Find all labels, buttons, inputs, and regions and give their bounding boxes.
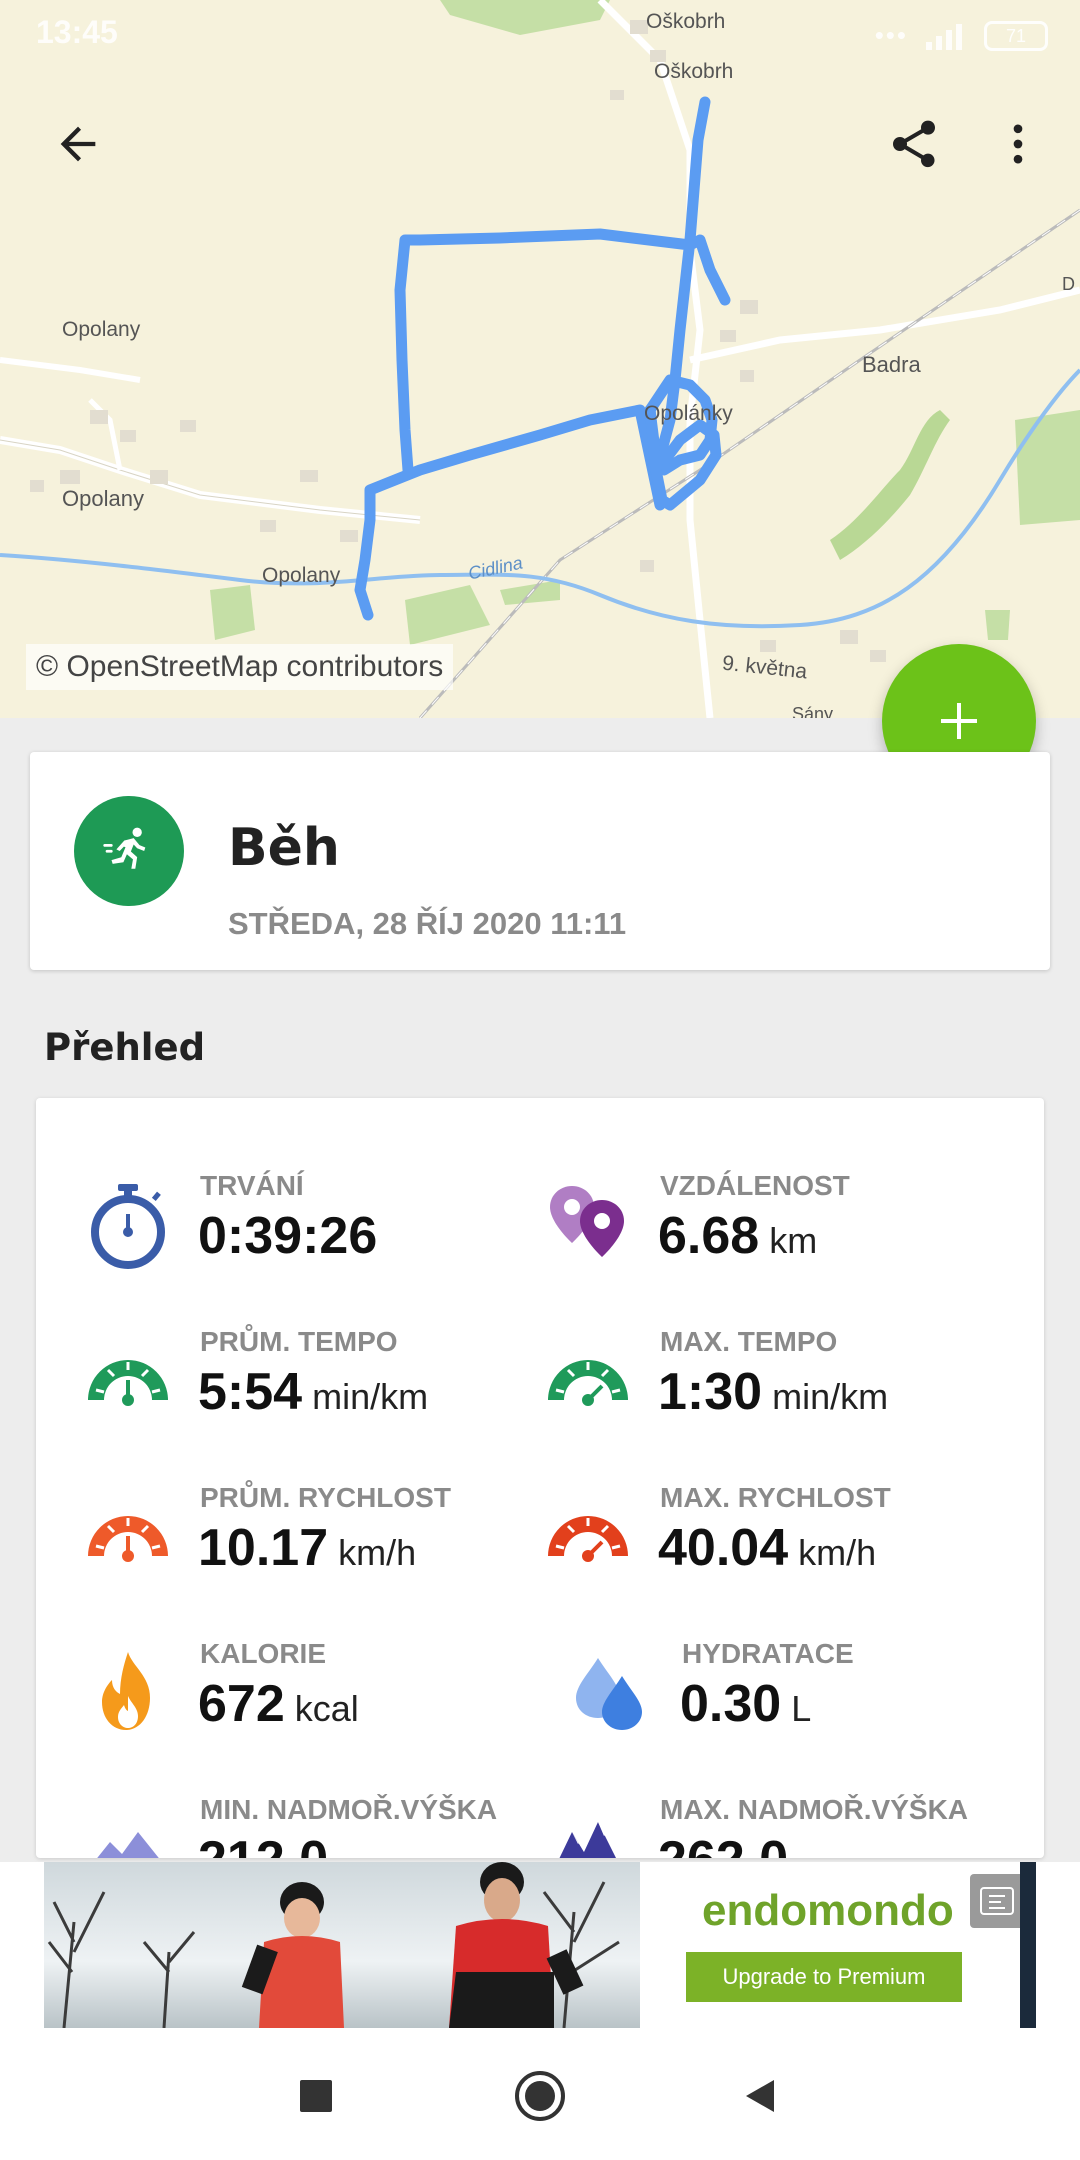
max-pace-gauge-icon (548, 1360, 628, 1406)
stat-label: MAX. RYCHLOST (660, 1482, 891, 1513)
stat-unit: km (769, 1220, 818, 1261)
back-button[interactable] (42, 108, 114, 180)
ad-banner[interactable]: endomondo Upgrade to Premium (0, 1862, 1080, 2028)
stat-distance: VZDÁLENOST 6.68 km (542, 1170, 1022, 1280)
stat-value: 40.04 (658, 1519, 789, 1577)
stat-label: PRŮM. TEMPO (200, 1326, 398, 1357)
stat-unit: L (791, 1688, 812, 1729)
activity-card: Běh STŘEDA, 28 ŘÍJ 2020 11:11 (30, 752, 1050, 970)
signal-icon (926, 23, 962, 50)
ad-edge (1020, 1862, 1036, 2028)
stat-duration: TRVÁNÍ 0:39:26 (82, 1170, 522, 1280)
stat-label: MAX. NADMOŘ.VÝŠKA (660, 1794, 969, 1825)
stat-value: 262.0 (658, 1831, 788, 1858)
stat-unit: km/h (798, 1532, 877, 1573)
stat-value: 10.17 (198, 1519, 329, 1577)
stat-max-altitude: MAX. NADMOŘ.VÝŠKA 262.0 (542, 1794, 1022, 1858)
status-bar: 13:45 ••• 71 (0, 0, 1080, 66)
stats-card: TRVÁNÍ 0:39:26 VZDÁLENOST 6.68 km PRŮM. T… (36, 1098, 1044, 1858)
overview-title: Přehled (44, 1026, 206, 1069)
stat-min-altitude: MIN. NADMOŘ.VÝŠKA 212.0 (82, 1794, 522, 1858)
dots-icon: ••• (874, 20, 908, 50)
avg-speed-gauge-icon (88, 1516, 168, 1562)
stat-value: 6.68 (658, 1207, 760, 1265)
ad-photo (44, 1862, 640, 2028)
distance-pins-icon (550, 1186, 624, 1257)
map-label-opolany-1: Opolany (62, 318, 141, 341)
running-icon (103, 827, 146, 869)
more-vert-icon (1013, 124, 1023, 164)
ad-brand-logo: endomondo (702, 1886, 954, 1935)
ad-panel: endomondo Upgrade to Premium (640, 1862, 1036, 2028)
stat-label: MIN. NADMOŘ.VÝŠKA (200, 1794, 498, 1825)
battery-icon: 71 (984, 20, 1048, 51)
arrow-left-icon (60, 126, 96, 162)
stat-label: KALORIE (200, 1638, 326, 1669)
system-back-button[interactable] (728, 2064, 792, 2128)
stat-value: 1:30 (658, 1363, 763, 1421)
share-icon (893, 120, 935, 168)
stat-label: MAX. TEMPO (660, 1326, 838, 1357)
stat-avg-pace: PRŮM. TEMPO 5:54 min/km (82, 1326, 522, 1436)
sport-name: Běh (228, 818, 340, 878)
recents-button[interactable] (284, 2064, 348, 2128)
triangle-back-icon (746, 2080, 774, 2112)
map-label-badra: Badra (862, 352, 921, 377)
stat-avg-speed: PRŮM. RYCHLOST 10.17 km/h (82, 1482, 522, 1592)
ad-runners-illustration (47, 1862, 620, 2028)
stat-value: 672 (198, 1675, 285, 1733)
map-attribution[interactable]: © OpenStreetMap contributors (26, 644, 454, 690)
map-label-sany: Sány (792, 704, 834, 718)
square-icon (300, 2080, 332, 2112)
more-options-button[interactable] (982, 108, 1054, 180)
flame-icon (102, 1652, 150, 1730)
stat-unit: km/h (338, 1532, 417, 1573)
ad-choices-icon (980, 1887, 1014, 1915)
share-button[interactable] (878, 108, 950, 180)
stopwatch-icon (91, 1184, 165, 1269)
activity-date: STŘEDA, 28 ŘÍJ 2020 11:11 (228, 906, 627, 941)
stat-max-speed: MAX. RYCHLOST 40.04 km/h (542, 1482, 1022, 1592)
system-nav-bar (0, 2028, 1080, 2160)
stat-label: PRŮM. RYCHLOST (200, 1482, 451, 1513)
map-label-opolanky: Opolánky (644, 402, 733, 425)
status-time: 13:45 (36, 14, 118, 50)
plus-icon (941, 703, 977, 739)
stat-label: TRVÁNÍ (200, 1170, 304, 1201)
ad-options-button[interactable] (970, 1874, 1024, 1928)
stat-calories: KALORIE 672 kcal (82, 1638, 522, 1748)
circle-icon (515, 2071, 565, 2121)
water-drops-icon (576, 1658, 642, 1730)
map-label-opolany-3: Opolany (262, 564, 341, 587)
stat-value: 0.30 (680, 1675, 782, 1733)
stat-unit: min/km (312, 1376, 429, 1417)
stat-value: 5:54 (198, 1363, 303, 1421)
max-speed-gauge-icon (548, 1516, 628, 1562)
stat-hydration: HYDRATACE 0.30 L (564, 1638, 1024, 1748)
avg-pace-gauge-icon (88, 1360, 168, 1406)
map-label-opolany-2: Opolany (62, 486, 144, 511)
stat-label: VZDÁLENOST (660, 1170, 850, 1201)
stat-max-pace: MAX. TEMPO 1:30 min/km (542, 1326, 1022, 1436)
stat-label: HYDRATACE (682, 1638, 854, 1669)
upgrade-premium-button[interactable]: Upgrade to Premium (686, 1952, 962, 2002)
sport-badge (74, 796, 184, 906)
stat-value: 212.0 (198, 1831, 328, 1858)
stat-unit: kcal (294, 1688, 359, 1729)
min-altitude-icon (97, 1832, 159, 1858)
stat-value: 0:39:26 (198, 1207, 378, 1265)
home-button[interactable] (508, 2064, 572, 2128)
stat-unit: min/km (772, 1376, 889, 1417)
map-label-d-edge: D (1062, 274, 1075, 294)
status-icons: ••• 71 (875, 20, 1048, 51)
max-altitude-icon (559, 1822, 616, 1858)
